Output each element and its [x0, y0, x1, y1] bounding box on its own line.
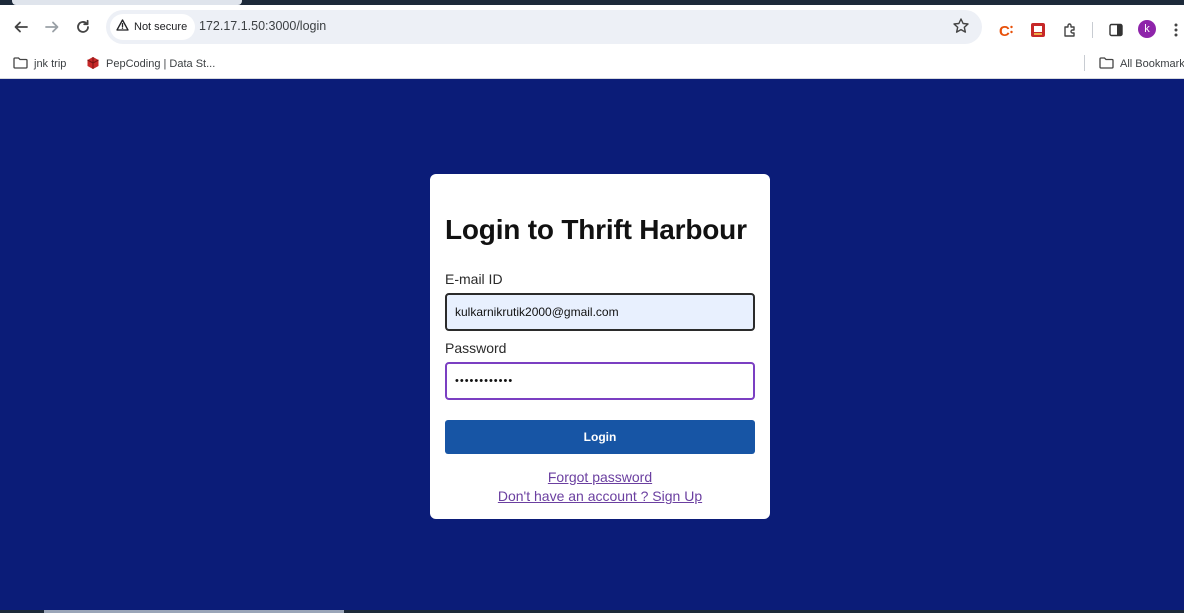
page-background: Login to Thrift Harbour E-mail ID Passwo… [0, 80, 1184, 613]
password-field[interactable] [445, 362, 755, 400]
kebab-menu-icon[interactable] [1170, 20, 1182, 40]
security-label: Not secure [134, 21, 188, 33]
forward-arrow-icon[interactable] [40, 15, 64, 39]
all-bookmarks[interactable]: All Bookmarks [1099, 55, 1184, 73]
password-label: Password [445, 340, 507, 356]
toolbar-divider [1092, 22, 1093, 38]
url-text[interactable]: 172.17.1.50:3000/login [199, 19, 326, 33]
bookmarks-divider [1084, 55, 1085, 71]
login-button[interactable]: Login [445, 420, 755, 454]
star-icon[interactable] [952, 17, 972, 37]
login-card: Login to Thrift Harbour E-mail ID Passwo… [430, 174, 770, 519]
c-extension-icon[interactable]: C [996, 20, 1016, 40]
forgot-password-link[interactable]: Forgot password [430, 469, 770, 485]
profile-avatar[interactable]: k [1138, 20, 1156, 38]
svg-text:C: C [999, 23, 1010, 39]
bookmark-label: jnk trip [34, 58, 67, 70]
page-title: Login to Thrift Harbour [445, 214, 747, 245]
bookmarks-bar: jnk trip PepCoding | Data St... All Book… [0, 49, 1184, 79]
folder-icon [1099, 56, 1114, 72]
back-arrow-icon[interactable] [9, 15, 33, 39]
reload-icon[interactable] [71, 15, 95, 39]
sign-up-link[interactable]: Don't have an account ? Sign Up [430, 488, 770, 504]
bookmark-pepcoding[interactable]: PepCoding | Data St... [86, 55, 215, 73]
security-chip[interactable]: Not secure [110, 14, 196, 40]
email-label: E-mail ID [445, 271, 503, 287]
bookmark-label: PepCoding | Data St... [106, 58, 216, 70]
side-panel-icon[interactable] [1106, 20, 1126, 40]
email-field[interactable] [445, 293, 755, 331]
browser-toolbar: Not secure 172.17.1.50:3000/login C k [0, 5, 1184, 49]
puzzle-icon[interactable] [1060, 20, 1080, 40]
pepcoding-icon [86, 56, 100, 73]
address-bar[interactable]: Not secure 172.17.1.50:3000/login [106, 10, 982, 44]
all-bookmarks-label: All Bookmarks [1120, 58, 1184, 70]
bookmark-jnk-trip[interactable]: jnk trip [13, 55, 66, 73]
warning-triangle-icon [116, 18, 129, 36]
red-extension-icon[interactable] [1028, 20, 1048, 40]
folder-icon [13, 56, 28, 72]
